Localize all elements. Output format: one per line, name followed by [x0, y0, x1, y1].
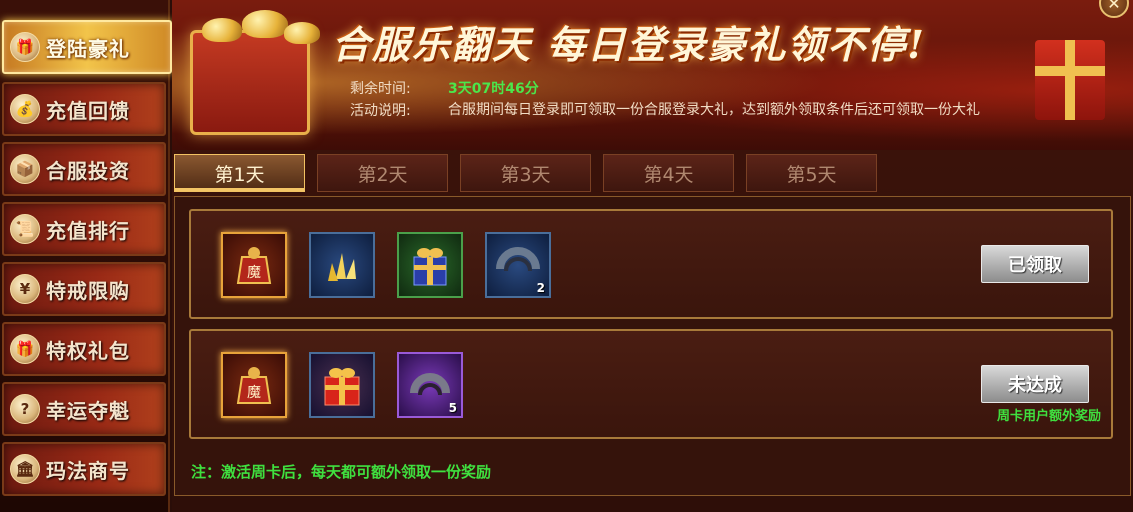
- gold-ingot-decoration: [242, 10, 288, 38]
- sidebar-item-ring-limited[interactable]: ¥ 特戒限购: [2, 262, 166, 316]
- ring-fragment-icon[interactable]: 2: [485, 232, 551, 298]
- svg-text:魔: 魔: [247, 265, 261, 281]
- demon-bag-icon[interactable]: 魔: [221, 232, 287, 298]
- sidebar-item-recharge-rank[interactable]: 📜 充值排行: [2, 202, 166, 256]
- sidebar-item-merge-invest[interactable]: 📦 合服投资: [2, 142, 166, 196]
- not-reached-button[interactable]: 未达成: [981, 365, 1089, 403]
- claimed-button[interactable]: 已领取: [981, 245, 1089, 283]
- sidebar-item-privilege-pack[interactable]: 🎁 特权礼包: [2, 322, 166, 376]
- sidebar-item-login-gift[interactable]: 🎁 登陆豪礼: [2, 20, 172, 74]
- gift-box-icon: 🎁: [10, 334, 40, 364]
- weekly-card-extra-label: 周卡用户额外奖励: [996, 409, 1101, 424]
- gold-ingot-decoration: [202, 18, 242, 42]
- sidebar-item-mafa-shop[interactable]: 🏛 玛法商号: [2, 442, 166, 496]
- event-headline: 合服乐翻天 每日登录豪礼领不停!: [332, 22, 926, 67]
- sidebar-item-label: 充值排行: [46, 218, 130, 243]
- demon-bag-icon[interactable]: 魔: [221, 352, 287, 418]
- sidebar-item-recharge-reward[interactable]: 💰 充值回馈: [2, 82, 166, 136]
- sidebar-item-label: 登陆豪礼: [46, 36, 130, 61]
- remaining-time-row: 剩余时间: 3天07时46分: [350, 78, 539, 98]
- scroll-icon: 📜: [10, 214, 40, 244]
- blue-gift-box-icon[interactable]: [397, 232, 463, 298]
- description-text: 合服期间每日登录即可领取一份合服登录大礼，达到额外领取条件后还可领取一份大礼: [448, 102, 980, 118]
- tab-day-1[interactable]: 第1天: [174, 154, 305, 192]
- item-count: 5: [448, 401, 457, 415]
- item-count: 2: [536, 281, 545, 295]
- tab-day-2[interactable]: 第2天: [317, 154, 448, 192]
- weekly-card-note: 注：激活周卡后，每天都可额外领取一份奖励: [191, 463, 492, 481]
- purple-ring-fragment-icon[interactable]: 5: [397, 352, 463, 418]
- money-bag-icon: 💰: [10, 94, 40, 124]
- tab-day-3[interactable]: 第3天: [460, 154, 591, 192]
- tab-day-4[interactable]: 第4天: [603, 154, 734, 192]
- treasure-chest-illustration: [190, 30, 310, 135]
- activity-sidebar: 🎁 登陆豪礼 💰 充值回馈 📦 合服投资 📜 充值排行 ¥ 特戒限购 🎁 特权礼…: [0, 0, 172, 512]
- sidebar-item-label: 玛法商号: [46, 458, 130, 483]
- close-icon[interactable]: ✕: [1099, 0, 1129, 18]
- description-label: 活动说明:: [350, 103, 411, 119]
- gold-ingot-decoration: [284, 22, 320, 44]
- countdown-value: 3天07时46分: [448, 81, 539, 97]
- weekly-card-reward-row: 魔 5 未达成 周卡用户额外奖励: [189, 329, 1113, 439]
- reward-panel: 魔 2 已领取 魔 5 未达成 周卡用户额外奖励 注：激活周卡后，每天都可额外领…: [174, 196, 1131, 496]
- daily-reward-row: 魔 2 已领取: [189, 209, 1113, 319]
- svg-text:魔: 魔: [247, 385, 261, 401]
- remaining-time-label: 剩余时间:: [350, 81, 411, 97]
- gold-crystal-icon[interactable]: [309, 232, 375, 298]
- sidebar-item-label: 幸运夺魁: [46, 398, 130, 423]
- red-gift-box-icon[interactable]: [309, 352, 375, 418]
- treasure-chest-icon: 📦: [10, 154, 40, 184]
- sidebar-item-label: 特权礼包: [46, 338, 130, 363]
- gift-icon: 🎁: [10, 32, 40, 62]
- sidebar-item-lucky-win[interactable]: ? 幸运夺魁: [2, 382, 166, 436]
- tab-day-5[interactable]: 第5天: [746, 154, 877, 192]
- event-banner: 合服乐翻天 每日登录豪礼领不停! 剩余时间: 3天07时46分 活动说明: 合服期…: [172, 0, 1133, 150]
- description-label-row: 活动说明:: [350, 100, 448, 120]
- yuan-coin-icon: ¥: [10, 274, 40, 304]
- sidebar-item-label: 合服投资: [46, 158, 130, 183]
- sidebar-item-label: 特戒限购: [46, 278, 130, 303]
- rewards-content: 第1天 第2天 第3天 第4天 第5天 魔 2 已领取 魔 5 未达成 周卡用户…: [172, 150, 1133, 512]
- shop-icon: 🏛: [10, 454, 40, 484]
- sidebar-item-label: 充值回馈: [46, 98, 130, 123]
- question-mark-icon: ?: [10, 394, 40, 424]
